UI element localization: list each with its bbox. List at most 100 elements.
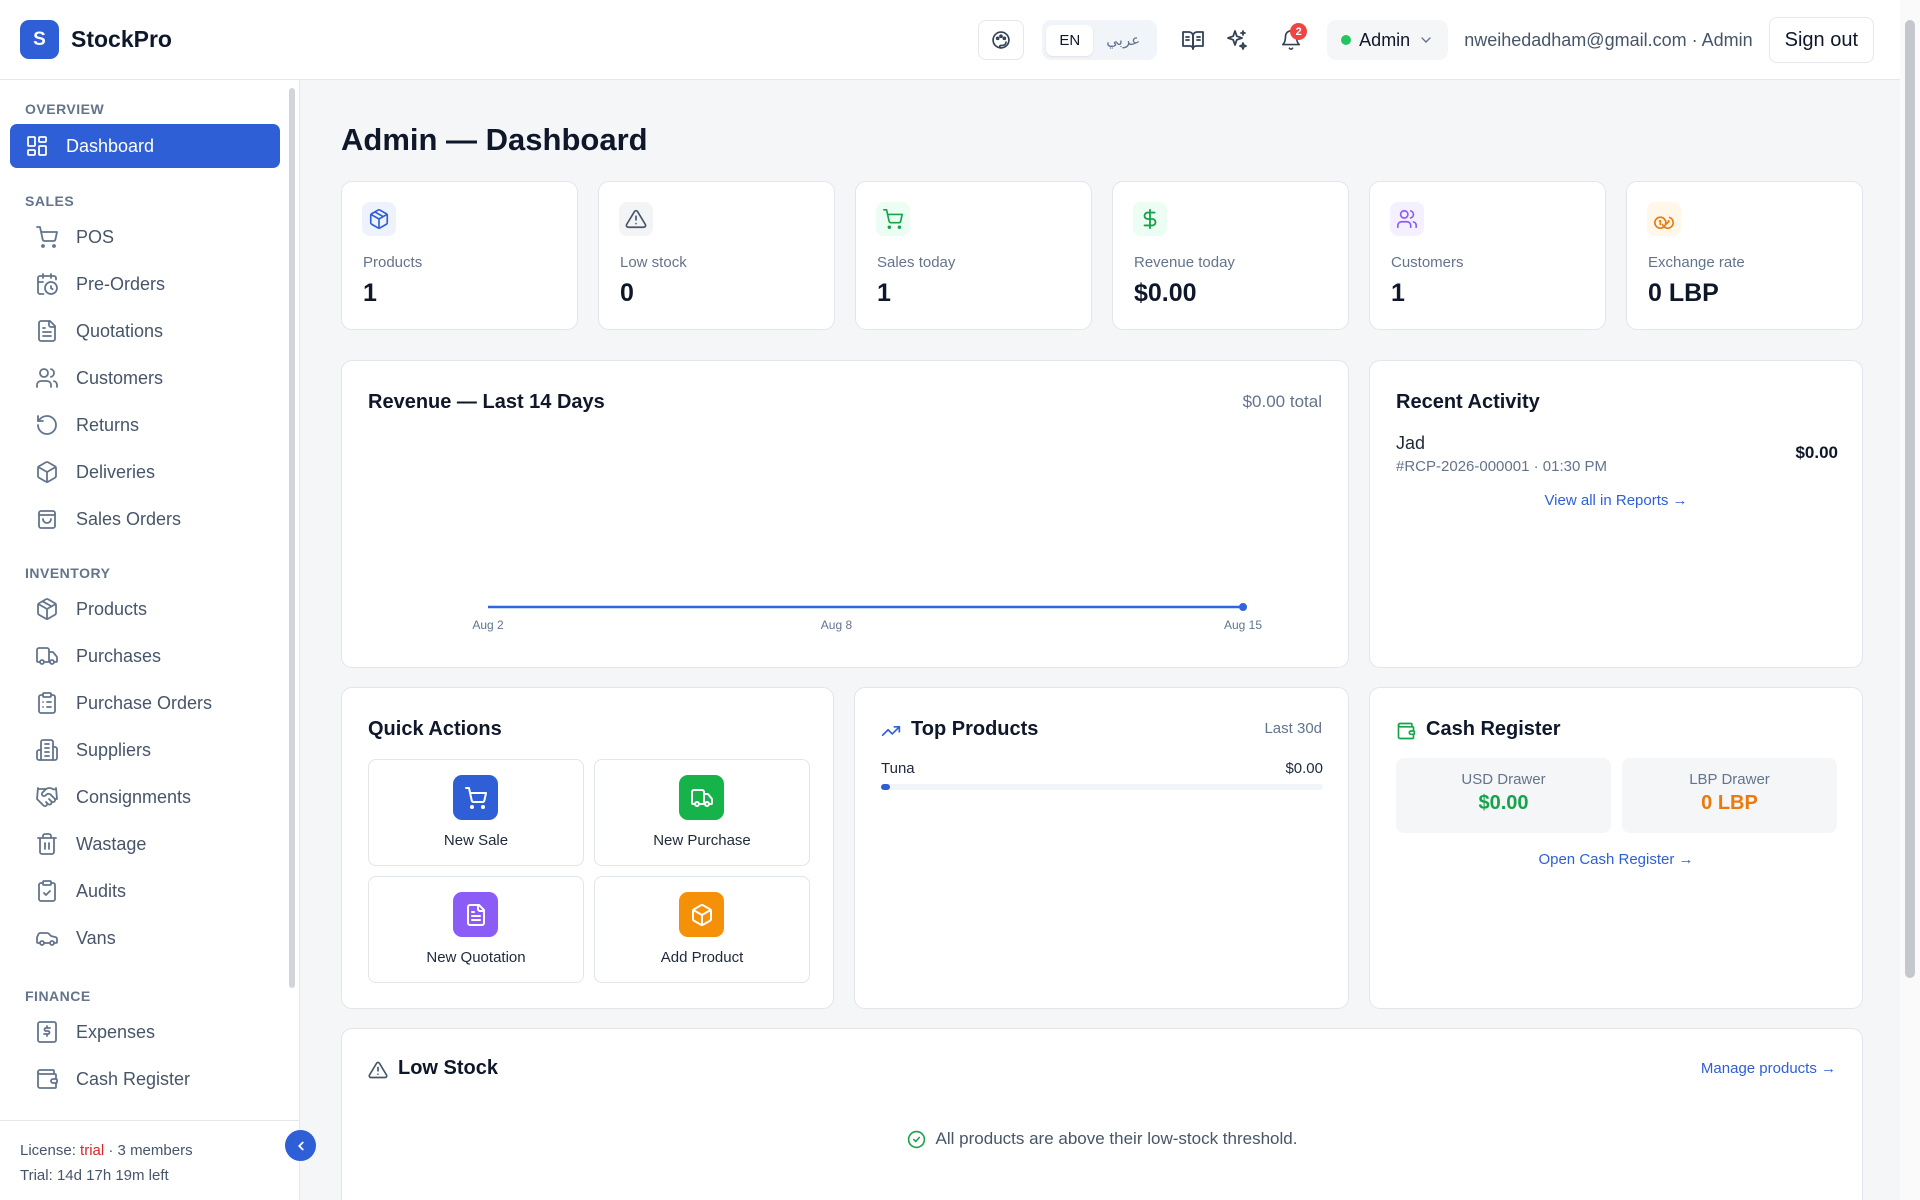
license-label: License: xyxy=(20,1142,76,1159)
view-all-reports-link[interactable]: View all in Reports → xyxy=(1370,492,1862,509)
sidebar-item-cash-register[interactable]: Cash Register xyxy=(10,1057,280,1101)
sidebar-item-quotations[interactable]: Quotations xyxy=(10,309,280,353)
guide-button[interactable] xyxy=(1171,21,1215,59)
lang-ar-button[interactable]: عربي xyxy=(1093,24,1153,56)
add-product-button[interactable]: Add Product xyxy=(594,876,810,983)
trash-icon xyxy=(37,833,57,855)
lbp-drawer-value: 0 LBP xyxy=(1701,792,1758,814)
new-sale-button[interactable]: New Sale xyxy=(368,759,584,866)
notification-count-badge: 2 xyxy=(1290,23,1308,40)
low-stock-empty-state: All products are above their low-stock t… xyxy=(342,1129,1862,1149)
trending-up-icon xyxy=(881,726,901,736)
stat-value: 0 xyxy=(620,279,634,307)
top-product-row[interactable]: Tuna $0.00 xyxy=(881,760,1323,790)
trial-remaining: Trial: 14d 17h 19m left xyxy=(20,1167,169,1184)
activity-item[interactable]: Jad #RCP-2026-000001 · 01:30 PM $0.00 xyxy=(1396,433,1838,477)
notifications-button[interactable]: 2 xyxy=(1269,21,1313,59)
quick-actions-title: Quick Actions xyxy=(368,718,502,740)
usd-drawer-value: $0.00 xyxy=(1478,792,1529,814)
sidebar-item-label: Sales Orders xyxy=(76,508,182,529)
sidebar-item-label: Audits xyxy=(76,880,127,901)
rotate-ccw-icon xyxy=(37,415,57,435)
sidebar-item-pos[interactable]: POS xyxy=(10,215,280,259)
sidebar-item-consignments[interactable]: Consignments xyxy=(10,775,280,819)
palette-icon xyxy=(992,31,1011,49)
page-scrollbar-thumb[interactable] xyxy=(1905,20,1915,978)
shopping-cart-icon xyxy=(876,202,910,236)
stat-value: 1 xyxy=(877,279,891,307)
sidebar-item-label: Pre-Orders xyxy=(76,273,166,294)
page-scrollbar[interactable] xyxy=(1900,0,1920,1200)
license-status: trial xyxy=(80,1142,105,1159)
sidebar-item-vans[interactable]: Vans xyxy=(10,916,280,960)
sign-out-button[interactable]: Sign out xyxy=(1768,17,1874,63)
sidebar-item-label: Products xyxy=(76,598,148,619)
manage-products-link[interactable]: Manage products → xyxy=(1701,1060,1836,1077)
stat-card-exchange-rate[interactable]: Exchange rate 0 LBP xyxy=(1626,181,1863,330)
header-actions: EN عربي 2 Admin nweihedadham@gmail.com ·… xyxy=(978,17,1874,63)
sidebar-item-label: Customers xyxy=(76,367,164,388)
coins-icon xyxy=(1647,202,1681,236)
activity-amount: $0.00 xyxy=(1795,443,1838,462)
box-icon xyxy=(362,202,396,236)
sidebar-item-sales-orders[interactable]: Sales Orders xyxy=(10,497,280,541)
sidebar-item-purchase-orders[interactable]: Purchase Orders xyxy=(10,681,280,725)
role-selector[interactable]: Admin xyxy=(1327,20,1449,60)
stat-card-revenue-today[interactable]: Revenue today $0.00 xyxy=(1112,181,1349,330)
quick-action-label: New Sale xyxy=(443,832,509,849)
user-email: nweihedadham@gmail.com · Admin xyxy=(1464,29,1753,50)
stat-card-products[interactable]: Products 1 xyxy=(341,181,578,330)
license-info: License: trial · 3 members Trial: 14d 17… xyxy=(0,1120,300,1200)
sidebar-item-purchases[interactable]: Purchases xyxy=(10,634,280,678)
top-product-name: Tuna xyxy=(881,760,915,777)
sidebar-item-label: Consignments xyxy=(76,786,192,807)
sidebar-scrollbar[interactable] xyxy=(289,88,295,988)
language-switch: EN عربي xyxy=(1042,20,1158,60)
x-tick-label: Aug 15 xyxy=(1224,618,1262,632)
sidebar-item-expenses[interactable]: Expenses xyxy=(10,1010,280,1054)
file-text-icon xyxy=(453,892,498,937)
quick-action-label: New Quotation xyxy=(426,949,526,966)
users-icon xyxy=(1390,202,1424,236)
sidebar-item-wastage[interactable]: Wastage xyxy=(10,822,280,866)
stat-value: 0 LBP xyxy=(1648,279,1719,307)
sidebar-item-audits[interactable]: Audits xyxy=(10,869,280,913)
sidebar-item-returns[interactable]: Returns xyxy=(10,403,280,447)
stat-card-low-stock[interactable]: Low stock 0 xyxy=(598,181,835,330)
check-circle-icon xyxy=(907,1130,925,1148)
new-quotation-button[interactable]: New Quotation xyxy=(368,876,584,983)
ai-assistant-button[interactable] xyxy=(1215,21,1259,59)
sidebar-item-label: Cash Register xyxy=(76,1068,191,1089)
handshake-icon xyxy=(36,787,58,807)
theme-button[interactable] xyxy=(978,20,1025,60)
lang-en-button[interactable]: EN xyxy=(1046,24,1094,56)
stat-card-sales-today[interactable]: Sales today 1 xyxy=(855,181,1092,330)
stat-label: Products xyxy=(363,254,423,271)
users-icon xyxy=(36,368,58,388)
sidebar-item-preorders[interactable]: Pre-Orders xyxy=(10,262,280,306)
sidebar-item-suppliers[interactable]: Suppliers xyxy=(10,728,280,772)
sidebar-item-dashboard[interactable]: Dashboard xyxy=(10,124,280,168)
new-purchase-button[interactable]: New Purchase xyxy=(594,759,810,866)
stat-value: 1 xyxy=(363,279,377,307)
sidebar-item-products[interactable]: Products xyxy=(10,587,280,631)
sidebar-item-label: Quotations xyxy=(76,320,164,341)
file-text-icon xyxy=(38,320,56,342)
x-tick-label: Aug 8 xyxy=(821,618,853,632)
recent-activity-title: Recent Activity xyxy=(1396,391,1540,413)
license-line: License: trial · 3 members xyxy=(20,1138,280,1163)
sidebar-item-label: Returns xyxy=(76,414,140,435)
top-products-title: Top Products xyxy=(911,718,1039,740)
building-icon xyxy=(36,739,58,761)
brand[interactable]: S StockPro xyxy=(20,20,172,59)
box-icon xyxy=(679,892,724,937)
car-icon xyxy=(36,932,58,946)
activity-receipt-meta: #RCP-2026-000001 · 01:30 PM xyxy=(1396,458,1607,475)
sidebar-item-deliveries[interactable]: Deliveries xyxy=(10,450,280,494)
stat-card-customers[interactable]: Customers 1 xyxy=(1369,181,1606,330)
usd-drawer: USD Drawer $0.00 xyxy=(1396,758,1611,833)
sidebar-item-label: Purchase Orders xyxy=(76,692,213,713)
online-status-dot xyxy=(1341,35,1352,45)
open-cash-register-link[interactable]: Open Cash Register → xyxy=(1370,851,1862,868)
sidebar-item-customers[interactable]: Customers xyxy=(10,356,280,400)
